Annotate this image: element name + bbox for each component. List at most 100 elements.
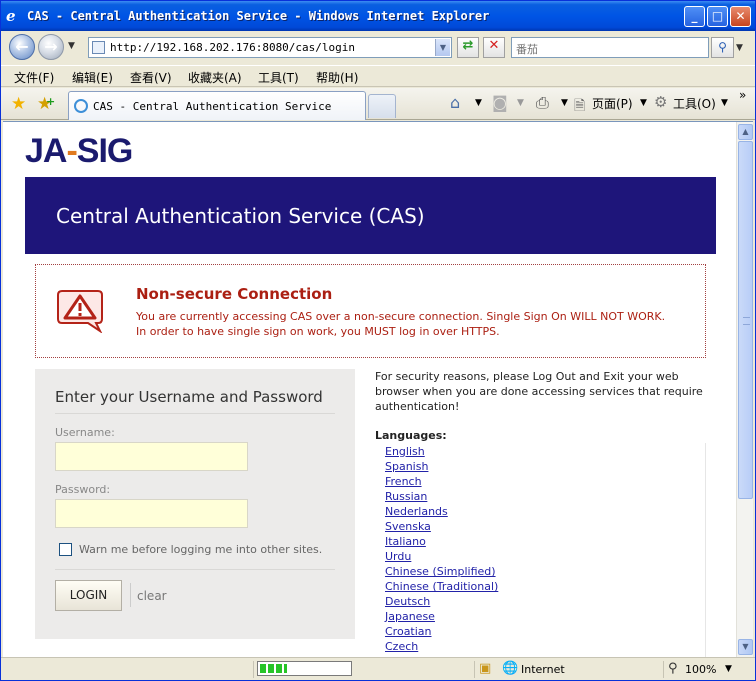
close-button[interactable]: ✕	[730, 6, 751, 27]
address-dropdown-button[interactable]: ▼	[435, 39, 450, 56]
login-button[interactable]: LOGIN	[55, 580, 122, 611]
login-form: Enter your Username and Password Usernam…	[35, 369, 355, 639]
scroll-down-icon[interactable]: ▼	[738, 639, 753, 655]
page-dropdown-icon[interactable]: ▼	[640, 98, 647, 108]
language-link[interactable]: English	[385, 444, 498, 459]
tab-title: CAS - Central Authentication Service	[93, 100, 332, 113]
tab-cas-login[interactable]: CAS - Central Authentication Service	[68, 91, 366, 120]
security-note: For security reasons, please Log Out and…	[375, 370, 703, 413]
scroll-thumb[interactable]	[738, 141, 753, 499]
header-banner: Central Authentication Service (CAS)	[25, 177, 716, 254]
username-label: Username:	[55, 426, 115, 439]
favorites-star-icon[interactable]: ★	[11, 94, 26, 114]
language-link[interactable]: Croatian	[385, 624, 498, 639]
title-bar: e CAS - Central Authentication Service -…	[1, 1, 755, 31]
address-url: http://192.168.202.176:8080/cas/login	[110, 41, 356, 54]
recent-pages-dropdown-icon[interactable]: ▼	[68, 41, 75, 51]
feeds-icon[interactable]: ◙	[492, 93, 508, 112]
language-link[interactable]: Italiano	[385, 534, 498, 549]
warning-title: Non-secure Connection	[136, 285, 333, 303]
page-menu[interactable]: 页面(P)	[592, 95, 633, 112]
zoom-level[interactable]: 100%	[685, 663, 716, 676]
refresh-button[interactable]: ⇄	[457, 37, 479, 58]
language-link[interactable]: Svenska	[385, 519, 498, 534]
zone-label: Internet	[521, 663, 565, 676]
login-heading: Enter your Username and Password	[55, 388, 323, 406]
menu-favorites[interactable]: 收藏夹(A)	[188, 69, 242, 86]
language-link[interactable]: Russian	[385, 489, 498, 504]
menu-edit[interactable]: 编辑(E)	[72, 69, 113, 86]
minimize-button[interactable]: _	[684, 6, 705, 27]
vertical-scrollbar[interactable]: ▲ ▼	[736, 122, 753, 657]
jasig-logo: JA-SIG	[25, 132, 133, 170]
home-icon[interactable]: ⌂	[450, 93, 460, 112]
security-zone-icon: ▣	[479, 661, 492, 676]
language-link[interactable]: Urdu	[385, 549, 498, 564]
page-title: Central Authentication Service (CAS)	[56, 204, 425, 228]
menu-bar: 文件(F) 编辑(E) 查看(V) 收藏夹(A) 工具(T) 帮助(H)	[1, 65, 755, 87]
language-link[interactable]: Chinese (Simplified)	[385, 564, 498, 579]
warning-icon	[57, 290, 103, 333]
feeds-dropdown-icon[interactable]: ▼	[517, 98, 524, 108]
tab-bar: ★ ★ + CAS - Central Authentication Servic…	[1, 88, 755, 120]
page-icon: 🗎	[574, 98, 586, 114]
warning-message: You are currently accessing CAS over a n…	[136, 310, 666, 338]
new-tab-button[interactable]	[368, 94, 396, 118]
maximize-button[interactable]: □	[707, 6, 728, 27]
zoom-icon[interactable]: ⚲	[668, 661, 678, 676]
browser-window: e CAS - Central Authentication Service -…	[0, 0, 756, 681]
grip-icon	[743, 317, 750, 325]
menu-help[interactable]: 帮助(H)	[316, 69, 358, 86]
home-dropdown-icon[interactable]: ▼	[475, 98, 482, 108]
status-bar: ▣ 🌐 Internet ⚲ 100% ▼	[1, 657, 755, 680]
clear-link[interactable]: clear	[137, 589, 167, 603]
username-field[interactable]	[55, 442, 248, 471]
divider	[55, 413, 335, 414]
warn-checkbox[interactable]	[59, 543, 72, 556]
add-favorites-icon[interactable]: ★ +	[37, 94, 55, 114]
progress-fill	[260, 664, 287, 673]
language-link[interactable]: French	[385, 474, 498, 489]
warning-box: Non-secure Connection You are currently …	[35, 264, 706, 358]
forward-button[interactable]: →	[38, 34, 64, 60]
language-link[interactable]: Czech	[385, 639, 498, 654]
stop-button[interactable]: ✕	[483, 37, 505, 58]
divider	[55, 569, 335, 570]
menu-view[interactable]: 查看(V)	[130, 69, 172, 86]
languages-heading: Languages:	[375, 429, 447, 442]
tools-menu[interactable]: 工具(O)	[673, 95, 716, 112]
page-viewport: JA-SIG Central Authentication Service (C…	[3, 121, 753, 657]
language-link[interactable]: Spanish	[385, 459, 498, 474]
print-icon[interactable]: ⎙	[536, 93, 549, 113]
scroll-up-icon[interactable]: ▲	[738, 124, 753, 140]
divider	[705, 443, 706, 657]
language-link[interactable]: Chinese (Traditional)	[385, 579, 498, 594]
language-link[interactable]: Nederlands	[385, 504, 498, 519]
chevron-more-icon[interactable]: »	[739, 88, 746, 102]
button-separator	[130, 583, 131, 607]
window-title: CAS - Central Authentication Service - W…	[27, 9, 490, 23]
language-list: English Spanish French Russian Nederland…	[385, 444, 498, 654]
language-link[interactable]: Deutsch	[385, 594, 498, 609]
divider	[253, 661, 254, 678]
address-input[interactable]: http://192.168.202.176:8080/cas/login ▼	[88, 37, 452, 58]
password-field[interactable]	[55, 499, 248, 528]
loading-icon	[74, 99, 88, 113]
divider	[663, 661, 664, 678]
search-options-dropdown-icon[interactable]: ▼	[736, 43, 743, 53]
address-toolbar: ← → ▼ http://192.168.202.176:8080/cas/lo…	[1, 31, 755, 65]
menu-file[interactable]: 文件(F)	[14, 69, 54, 86]
menu-tools[interactable]: 工具(T)	[258, 69, 299, 86]
warn-checkbox-label[interactable]: Warn me before logging me into other sit…	[79, 543, 322, 556]
tools-dropdown-icon[interactable]: ▼	[721, 98, 728, 108]
sidebar: For security reasons, please Log Out and…	[375, 369, 706, 657]
print-dropdown-icon[interactable]: ▼	[561, 98, 568, 108]
globe-icon: 🌐	[502, 661, 519, 676]
back-button[interactable]: ←	[9, 34, 35, 60]
language-link[interactable]: Japanese	[385, 609, 498, 624]
search-input[interactable]: 番茄	[511, 37, 709, 58]
zoom-dropdown-icon[interactable]: ▼	[725, 664, 732, 674]
divider	[474, 661, 475, 678]
search-button[interactable]: ⚲	[711, 37, 734, 58]
gear-icon: ⚙	[654, 93, 668, 111]
